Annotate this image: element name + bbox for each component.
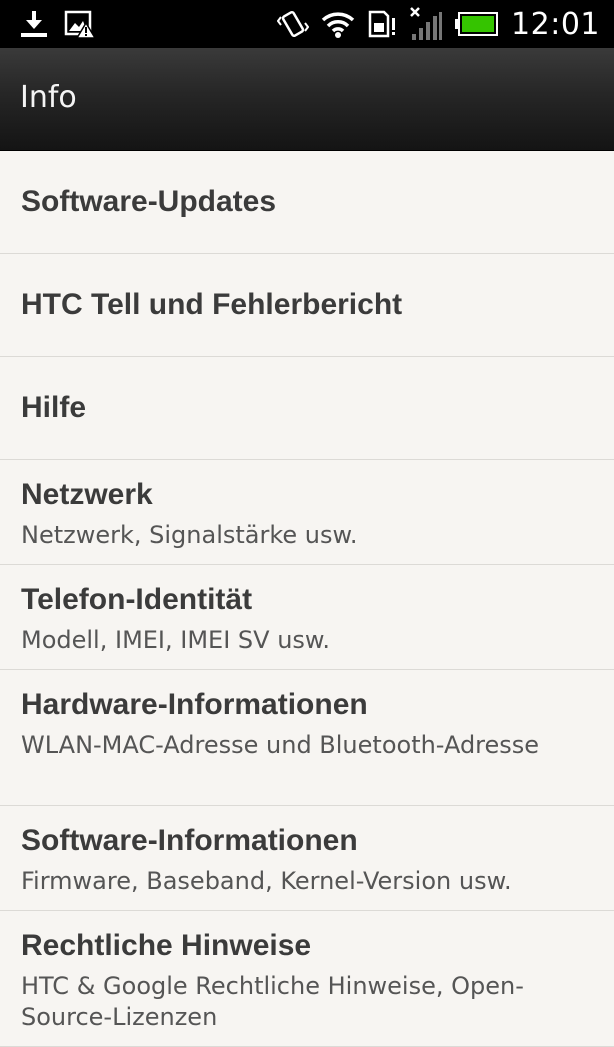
list-item-summary: Modell, IMEI, IMEI SV usw. xyxy=(21,626,330,654)
list-item-netzwerk[interactable]: Netzwerk Netzwerk, Signalstärke usw. xyxy=(0,460,614,565)
list-item-htc-tell[interactable]: HTC Tell und Fehlerbericht xyxy=(0,254,614,357)
list-item-summary: Netzwerk, Signalstärke usw. xyxy=(21,521,358,549)
title-bar: Info xyxy=(0,48,614,151)
battery-icon xyxy=(455,11,499,37)
vibrate-icon xyxy=(277,8,310,40)
list-item-software-informationen[interactable]: Software-Informationen Firmware, Baseban… xyxy=(0,806,614,911)
status-bar: 12:01 xyxy=(0,0,614,48)
list-item-label: Hilfe xyxy=(21,391,87,424)
list-item-label: Telefon-Identität xyxy=(21,583,253,616)
list-item-rechtliche-hinweise[interactable]: Rechtliche Hinweise HTC & Google Rechtli… xyxy=(0,911,614,1047)
clock: 12:01 xyxy=(511,6,600,42)
settings-list: Software-Updates HTC Tell und Fehlerberi… xyxy=(0,151,614,1047)
wifi-icon xyxy=(321,9,355,39)
list-item-label: Hardware-Informationen xyxy=(21,688,368,721)
signal-no-service-icon xyxy=(409,6,443,42)
list-item-telefon-identitaet[interactable]: Telefon-Identität Modell, IMEI, IMEI SV … xyxy=(0,565,614,670)
list-item-software-updates[interactable]: Software-Updates xyxy=(0,151,614,254)
list-item-label: Rechtliche Hinweise xyxy=(21,929,312,962)
list-item-label: HTC Tell und Fehlerbericht xyxy=(21,288,403,321)
list-item-hardware-informationen[interactable]: Hardware-Informationen WLAN-MAC-Adresse … xyxy=(0,670,614,806)
list-item-label: Software-Informationen xyxy=(21,824,358,857)
image-warning-icon xyxy=(64,9,96,39)
list-item-summary: Firmware, Baseband, Kernel-Version usw. xyxy=(21,867,512,895)
list-item-label: Netzwerk xyxy=(21,478,153,511)
list-item-summary: WLAN-MAC-Adresse und Bluetooth-Adresse xyxy=(21,731,540,759)
page-title: Info xyxy=(20,80,77,115)
sim-warning-icon xyxy=(367,9,397,39)
download-icon xyxy=(18,9,50,39)
list-item-hilfe[interactable]: Hilfe xyxy=(0,357,614,460)
list-item-label: Software-Updates xyxy=(21,185,277,218)
